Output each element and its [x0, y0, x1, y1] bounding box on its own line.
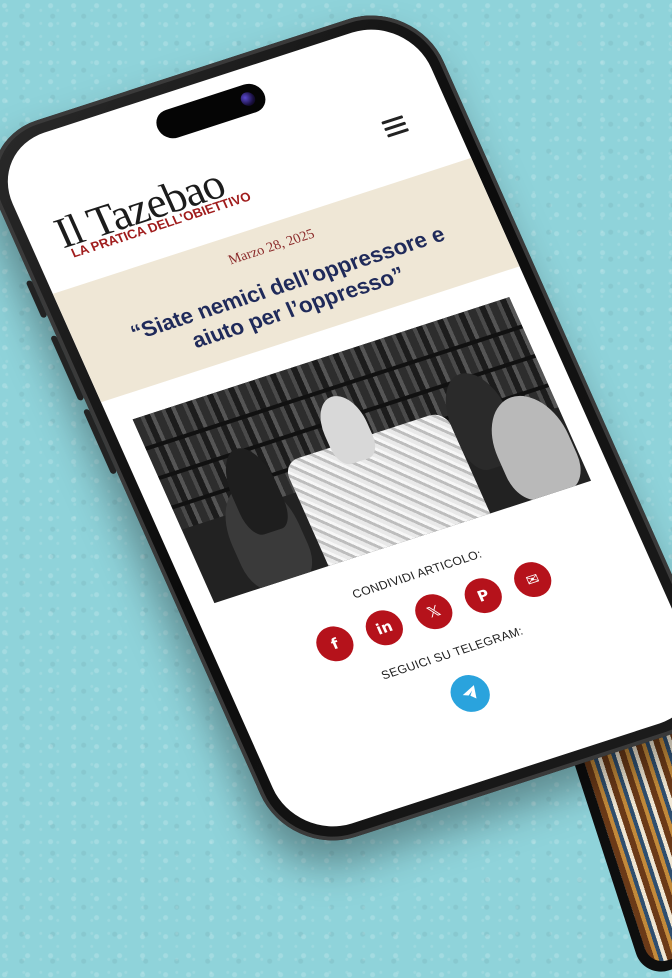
camera-icon: [238, 90, 258, 108]
phone-side-button: [25, 279, 48, 319]
facebook-icon[interactable]: f: [310, 621, 360, 666]
x-icon[interactable]: 𝕏: [409, 589, 459, 634]
phone-screen: Il Tazebao LA PRATICA DELL'OBIETTIVO Mar…: [0, 14, 672, 842]
email-icon[interactable]: ✉: [508, 557, 558, 602]
pinterest-icon[interactable]: P: [458, 573, 508, 618]
linkedin-icon[interactable]: in: [359, 605, 409, 650]
telegram-icon[interactable]: [444, 670, 497, 717]
hamburger-menu-icon[interactable]: [381, 115, 410, 138]
phone-mockup: Il Tazebao LA PRATICA DELL'OBIETTIVO Mar…: [0, 0, 672, 859]
background-scene: Il Tazebao LA PRATICA DELL'OBIETTIVO Mar…: [0, 0, 672, 978]
